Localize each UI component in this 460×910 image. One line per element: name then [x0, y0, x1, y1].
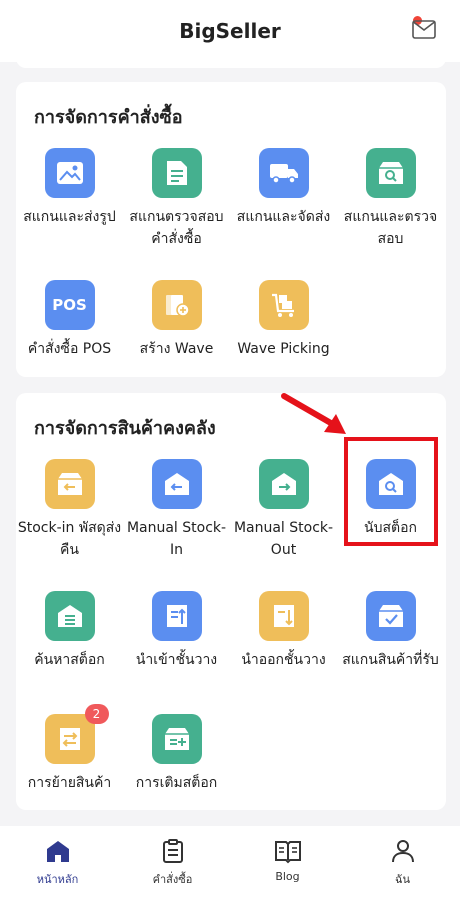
app-header: BigSeller [0, 0, 460, 62]
page-title: BigSeller [179, 19, 281, 43]
menu-item-label: สแกนตรวจสอบคำสั่งซื้อ [129, 209, 224, 247]
menu-item-label: Wave Picking [237, 341, 330, 357]
shelf-in-icon [151, 591, 202, 641]
mail-icon[interactable] [412, 20, 436, 39]
menu-item-label: Manual Stock-Out [233, 520, 334, 558]
menu-item-label: สแกนและตรวจสอบ [343, 209, 438, 247]
clipboard-icon [162, 839, 183, 863]
menu-item-label: Manual Stock-In [126, 520, 227, 558]
document-list-icon [151, 148, 202, 198]
tab-home[interactable]: หน้าหลัก [0, 838, 115, 888]
pos-icon-text: POS [52, 296, 87, 314]
menu-item-manual-stock-out[interactable]: Manual Stock-Out [230, 459, 337, 561]
menu-item-label: Stock-in พัสดุส่งคืน [17, 520, 122, 558]
tab-me[interactable]: ฉัน [345, 838, 460, 888]
tab-blog[interactable]: Blog [230, 838, 345, 883]
menu-item-create-wave[interactable]: สร้าง Wave [123, 280, 230, 360]
menu-item-label: นำเข้าชั้นวาง [135, 652, 218, 668]
pos-icon: POS [44, 280, 95, 330]
tab-orders[interactable]: คำสั่งซื้อ [115, 838, 230, 888]
bottom-tab-bar: หน้าหลัก คำสั่งซื้อ Blog ฉัน [0, 826, 460, 910]
tab-label: Blog [275, 870, 300, 883]
menu-item-stock-in-return[interactable]: Stock-in พัสดุส่งคืน [16, 459, 123, 561]
menu-item-shelf-out[interactable]: นำออกชั้นวาง [230, 591, 337, 671]
shelf-transfer-icon: 2 [44, 704, 109, 764]
warehouse-list-icon [44, 591, 95, 641]
menu-item-label: การเติมสต็อก [135, 775, 218, 791]
box-search-icon [365, 148, 416, 198]
menu-item-scan-verify[interactable]: สแกนและตรวจสอบ [337, 148, 444, 250]
box-check-icon [365, 591, 416, 641]
tab-label: คำสั่งซื้อ [152, 873, 193, 886]
menu-item-transfer[interactable]: 2 การย้ายสินค้า [16, 704, 123, 794]
menu-item-label: สร้าง Wave [139, 341, 214, 357]
menu-item-label: ค้นหาสต็อก [34, 652, 105, 668]
menu-item-search-stock[interactable]: ค้นหาสต็อก [16, 591, 123, 671]
menu-item-scan-check-order[interactable]: สแกนตรวจสอบคำสั่งซื้อ [123, 148, 230, 250]
menu-item-scan-send-photo[interactable]: สแกนและส่งรูป [16, 148, 123, 228]
menu-item-label: การย้ายสินค้า [27, 775, 112, 791]
menu-item-pos-order[interactable]: POS คำสั่งซื้อ POS [16, 280, 123, 360]
menu-item-label: คำสั่งซื้อ POS [27, 341, 112, 357]
menu-item-scan-received[interactable]: สแกนสินค้าที่รับ [337, 591, 444, 671]
warehouse-in-icon [151, 459, 202, 509]
menu-item-label: สแกนและจัดส่ง [236, 209, 331, 225]
section-title-orders: การจัดการคำสั่งซื้อ [34, 107, 183, 128]
truck-icon [258, 148, 309, 198]
tab-label: ฉัน [394, 873, 410, 886]
wave-add-icon [151, 280, 202, 330]
card-stub [16, 58, 446, 68]
menu-item-replenish[interactable]: การเติมสต็อก [123, 714, 230, 794]
shelf-out-icon [258, 591, 309, 641]
highlight-stock-count [344, 437, 438, 546]
menu-item-label: สแกนและส่งรูป [23, 209, 116, 225]
user-icon [391, 840, 414, 863]
cart-icon [258, 280, 309, 330]
menu-item-label: นำออกชั้นวาง [241, 652, 326, 668]
book-icon [274, 841, 301, 864]
menu-item-scan-ship[interactable]: สแกนและจัดส่ง [230, 148, 337, 228]
menu-item-manual-stock-in[interactable]: Manual Stock-In [123, 459, 230, 561]
home-icon [46, 841, 69, 862]
menu-item-shelf-in[interactable]: นำเข้าชั้นวาง [123, 591, 230, 671]
order-management-card: การจัดการคำสั่งซื้อ สแกนและส่งรูป สแกนตร… [16, 82, 446, 377]
image-icon [44, 148, 95, 198]
menu-item-wave-picking[interactable]: Wave Picking [230, 280, 337, 360]
menu-item-label: สแกนสินค้าที่รับ [342, 652, 439, 668]
warehouse-out-icon [258, 459, 309, 509]
replenish-icon [151, 714, 202, 764]
tab-label: หน้าหลัก [36, 873, 79, 886]
transfer-count-badge: 2 [84, 704, 109, 724]
return-box-icon [44, 459, 95, 509]
section-title-inventory: การจัดการสินค้าคงคลัง [34, 418, 216, 439]
